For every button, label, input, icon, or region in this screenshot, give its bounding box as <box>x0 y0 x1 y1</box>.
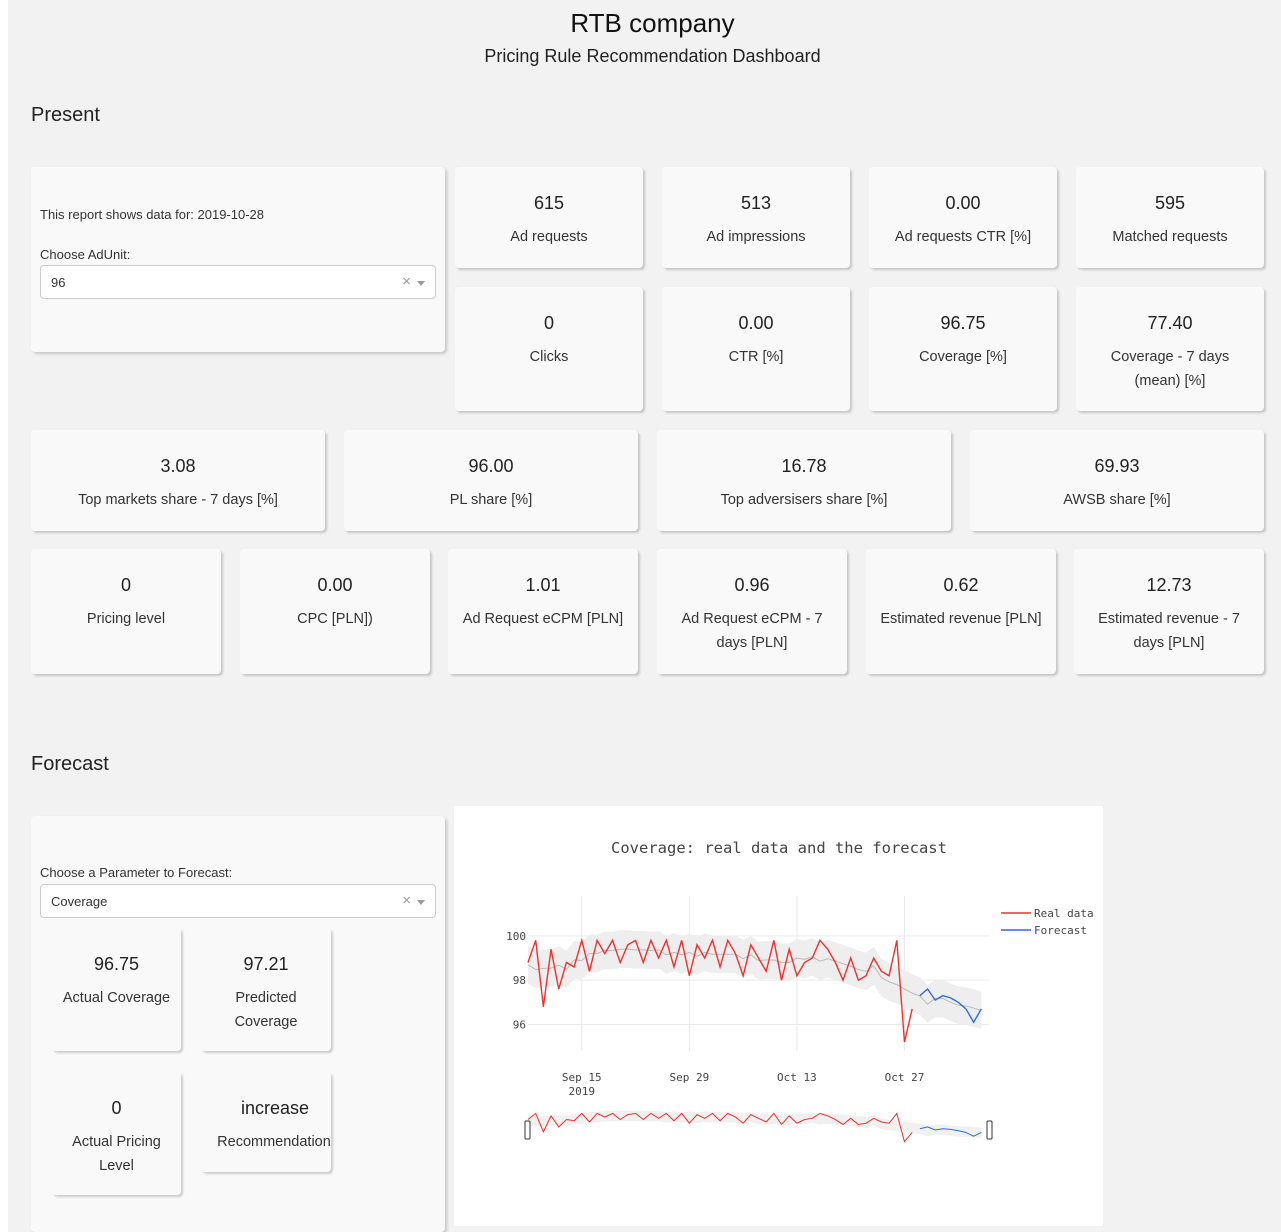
metric-card-coverage: 96.75 Coverage [%] <box>869 287 1057 411</box>
adunit-select-value: 96 <box>51 275 66 290</box>
share-card-pl: 96.00 PL share [%] <box>344 430 638 531</box>
pricing-label: Estimated revenue - 7 days [PLN] <box>1098 611 1240 651</box>
adunit-label: Choose AdUnit: <box>40 247 131 262</box>
share-card-top-advertisers: 16.78 Top adversisers share [%] <box>657 430 951 531</box>
x-tick-label: Oct 27 <box>885 1071 925 1084</box>
chevron-down-icon[interactable] <box>417 900 425 905</box>
share-value: 96.00 <box>468 456 514 476</box>
forecast-card-recommendation: increase Recommendation <box>201 1072 331 1172</box>
metric-card-ad-impressions: 513 Ad impressions <box>662 167 850 268</box>
metric-card-matched-requests: 595 Matched requests <box>1076 167 1264 268</box>
metric-label: CTR [%] <box>728 349 784 365</box>
metric-label: Ad requests <box>510 229 588 245</box>
chart-title: Coverage: real data and the forecast <box>611 839 947 857</box>
metric-value: 0.00 <box>738 313 774 333</box>
pricing-card-cpc: 0.00 CPC [PLN]) <box>240 549 430 674</box>
present-heading: Present <box>31 104 100 126</box>
forecast-param-label: Choose a Parameter to Forecast: <box>40 865 233 880</box>
y-tick-label: 100 <box>506 930 526 943</box>
metric-label: Ad impressions <box>706 229 806 245</box>
share-label: Top adversisers share [%] <box>720 492 888 508</box>
forecast-card-actual-coverage: 96.75 Actual Coverage <box>52 928 181 1051</box>
close-icon[interactable]: × <box>402 273 411 290</box>
pricing-value: 12.73 <box>1146 575 1192 595</box>
forecast-value: 96.75 <box>93 954 140 974</box>
y-tick-label: 98 <box>513 974 526 987</box>
x-tick-label: Sep 29 <box>669 1071 709 1084</box>
metric-label: Coverage [%] <box>919 349 1007 365</box>
share-value: 69.93 <box>1094 456 1140 476</box>
page-title: RTB company <box>570 8 735 38</box>
metric-card-ctr: 0.00 CTR [%] <box>662 287 850 411</box>
forecast-value: 97.21 <box>243 954 289 974</box>
y-tick-label: 96 <box>513 1018 526 1031</box>
chevron-down-icon[interactable] <box>417 281 425 286</box>
metric-value: 0.00 <box>945 193 981 213</box>
metric-card-coverage-7-days: 77.40 Coverage - 7 days (mean) [%] <box>1076 287 1264 411</box>
forecast-label: Actual Coverage <box>62 990 171 1006</box>
pricing-card-revenue: 0.62 Estimated revenue [PLN] <box>866 549 1056 674</box>
forecast-card-actual-pricing-level: 0 Actual Pricing Level <box>52 1072 181 1195</box>
share-card-awsb: 69.93 AWSB share [%] <box>970 430 1264 531</box>
forecast-param-value: Coverage <box>51 894 108 909</box>
pricing-label: Pricing level <box>86 611 166 627</box>
x-tick-label: Oct 13 <box>777 1071 817 1084</box>
forecast-heading: Forecast <box>31 753 109 775</box>
pricing-label: Estimated revenue [PLN] <box>880 611 1042 627</box>
forecast-value: 0 <box>111 1098 122 1118</box>
forecast-card-predicted-coverage: 97.21 Predicted Coverage <box>201 928 331 1051</box>
metric-card-ad-requests-ctr: 0.00 Ad requests CTR [%] <box>869 167 1057 268</box>
range-slider-handle-right[interactable] <box>986 1120 993 1140</box>
metric-card-clicks: 0 Clicks <box>455 287 643 411</box>
legend-label: Forecast <box>1034 924 1087 937</box>
pricing-card-ecpm-7-days: 0.96 Ad Request eCPM - 7 days [PLN] <box>657 549 847 674</box>
pricing-value: 1.01 <box>525 575 561 595</box>
pricing-card-revenue-7-days: 12.73 Estimated revenue - 7 days [PLN] <box>1074 549 1264 674</box>
forecast-value: increase <box>240 1098 310 1118</box>
metric-value: 595 <box>1154 193 1186 213</box>
metric-label: Clicks <box>529 349 569 365</box>
metric-value: 77.40 <box>1147 313 1193 333</box>
x-tick-label: 2019 <box>569 1085 596 1098</box>
present-controls-panel: This report shows data for: 2019-10-28 C… <box>31 167 445 352</box>
pricing-label: Ad Request eCPM - 7 days [PLN] <box>681 611 823 651</box>
share-label: PL share [%] <box>449 492 533 508</box>
metric-label: Matched requests <box>1112 229 1228 245</box>
pricing-label: Ad Request eCPM [PLN] <box>462 611 624 627</box>
pricing-label: CPC [PLN]) <box>297 611 373 627</box>
close-icon[interactable]: × <box>402 892 411 909</box>
metric-value: 96.75 <box>940 313 986 333</box>
pricing-value: 0.62 <box>943 575 979 595</box>
forecast-label: Actual Pricing Level <box>72 1134 161 1174</box>
metric-card-ad-requests: 615 Ad requests <box>455 167 643 268</box>
pricing-value: 0.00 <box>317 575 353 595</box>
pricing-card-level: 0 Pricing level <box>31 549 221 674</box>
share-value: 16.78 <box>781 456 827 476</box>
metric-label: Ad requests CTR [%] <box>894 229 1032 245</box>
share-label: AWSB share [%] <box>1063 492 1171 508</box>
report-date-text: This report shows data for: 2019-10-28 <box>40 207 265 222</box>
page-subtitle: Pricing Rule Recommendation Dashboard <box>484 46 821 66</box>
metric-value: 513 <box>740 193 772 213</box>
forecast-label: Recommendation <box>217 1134 331 1150</box>
forecast-param-select[interactable]: Coverage × <box>40 884 436 918</box>
x-tick-label: Sep 15 <box>562 1071 602 1084</box>
adunit-select[interactable]: 96 × <box>40 265 436 299</box>
range-slider-handle-left[interactable] <box>524 1120 531 1140</box>
metric-label: Coverage - 7 days (mean) [%] <box>1110 349 1230 389</box>
pricing-value: 0 <box>120 575 131 595</box>
left-border <box>0 0 8 1232</box>
metric-value: 615 <box>533 193 565 213</box>
share-value: 3.08 <box>160 456 196 476</box>
coverage-chart-svg[interactable]: Coverage: real data and the forecast 96 9… <box>454 806 1103 1226</box>
pricing-card-ecpm: 1.01 Ad Request eCPM [PLN] <box>448 549 638 674</box>
pricing-value: 0.96 <box>734 575 770 595</box>
legend-label: Real data <box>1034 907 1094 920</box>
share-card-top-markets: 3.08 Top markets share - 7 days [%] <box>31 430 325 531</box>
forecast-label: Predicted Coverage <box>234 990 298 1030</box>
share-label: Top markets share - 7 days [%] <box>78 492 278 508</box>
metric-value: 0 <box>543 313 554 333</box>
coverage-chart[interactable]: Coverage: real data and the forecast 96 9… <box>454 806 1103 1226</box>
